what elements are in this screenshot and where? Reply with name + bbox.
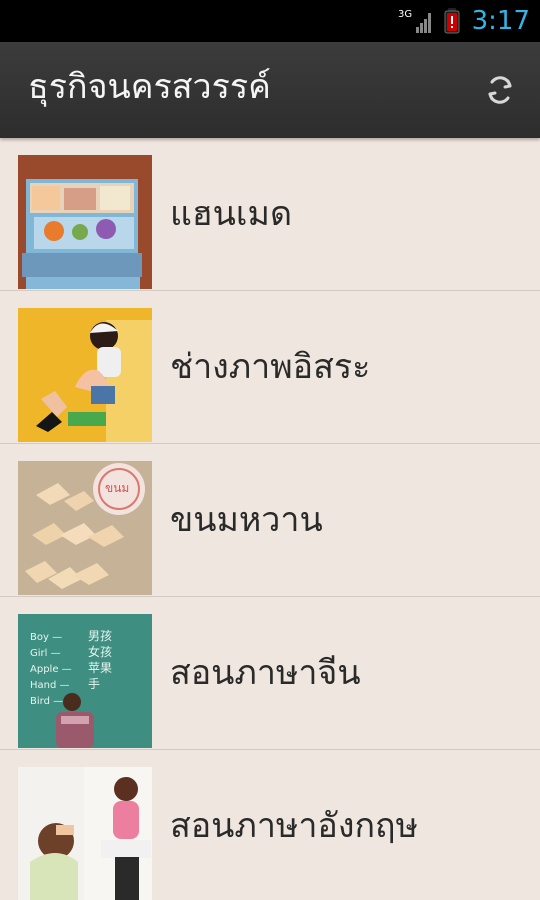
battery-warning-icon xyxy=(444,8,460,34)
list-item-english-lesson[interactable]: สอนภาษาอังกฤษ xyxy=(0,750,540,900)
svg-text:ขนม: ขนม xyxy=(105,481,129,495)
list-item-dessert[interactable]: ขนม ขนมหวาน xyxy=(0,444,540,597)
dessert-thumbnail: ขนม xyxy=(18,461,152,595)
list-item-label-chinese-lesson: สอนภาษาจีน xyxy=(170,653,361,693)
list-item-photographer[interactable]: ช่างภาพอิสระ xyxy=(0,291,540,444)
svg-text:女孩: 女孩 xyxy=(88,644,112,659)
handmade-thumbnail xyxy=(18,155,152,289)
list-item-label-dessert: ขนมหวาน xyxy=(170,500,323,540)
svg-text:男孩: 男孩 xyxy=(88,629,112,643)
status-time: 3:17 xyxy=(471,6,530,36)
svg-text:Bird —: Bird — xyxy=(30,696,63,707)
chinese-lesson-thumbnail: Boy — Girl — Apple — Hand — Bird — 男孩 女孩… xyxy=(18,614,152,748)
list-item-chinese-lesson[interactable]: Boy — Girl — Apple — Hand — Bird — 男孩 女孩… xyxy=(0,597,540,750)
refresh-button[interactable] xyxy=(482,72,518,108)
category-list: แฮนเมด ช่างภาพอิสระ ขนม ขนมหวาน Boy — Gi… xyxy=(0,138,540,900)
svg-text:Hand —: Hand — xyxy=(30,680,70,691)
svg-text:Apple —: Apple — xyxy=(30,664,72,675)
list-item-label-english-lesson: สอนภาษาอังกฤษ xyxy=(170,806,419,846)
english-lesson-thumbnail xyxy=(18,767,152,900)
svg-text:苹果: 苹果 xyxy=(88,661,112,675)
status-bar: 3G 3:17 xyxy=(0,0,540,42)
signal-3g-icon: 3G xyxy=(398,7,432,35)
svg-text:Girl —: Girl — xyxy=(30,648,61,659)
refresh-icon xyxy=(482,72,518,108)
svg-text:3G: 3G xyxy=(398,9,412,20)
action-bar: ธุรกิจนครสวรรค์ xyxy=(0,42,540,138)
svg-text:Boy —: Boy — xyxy=(30,632,62,643)
app-title: ธุรกิจนครสวรรค์ xyxy=(28,67,271,107)
status-icons: 3G 3:17 xyxy=(398,0,530,42)
photographer-thumbnail xyxy=(18,308,152,442)
list-item-label-photographer: ช่างภาพอิสระ xyxy=(170,347,371,387)
svg-text:手: 手 xyxy=(88,677,100,691)
list-item-handmade[interactable]: แฮนเมด xyxy=(0,138,540,291)
list-item-label-handmade: แฮนเมด xyxy=(170,194,293,234)
